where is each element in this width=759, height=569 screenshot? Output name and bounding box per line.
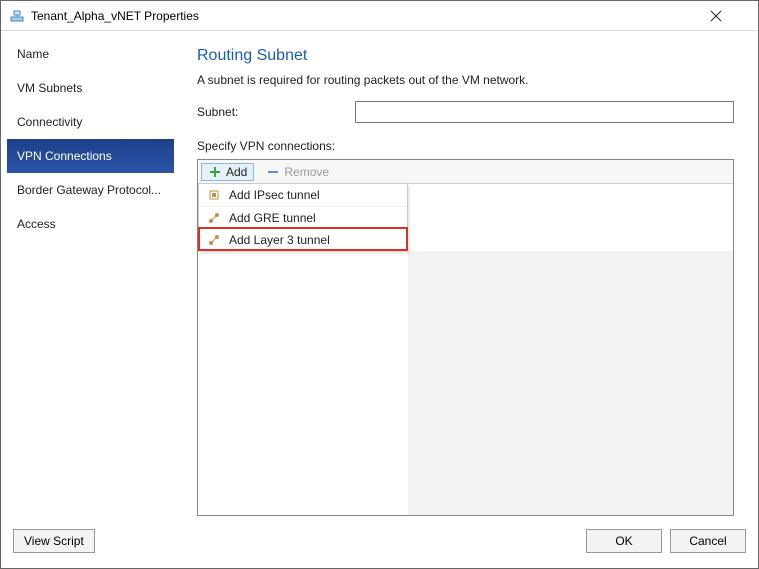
page-heading: Routing Subnet <box>197 47 734 65</box>
remove-button-label: Remove <box>284 165 329 179</box>
minus-icon <box>266 165 280 179</box>
sidebar-item-access[interactable]: Access <box>7 207 174 241</box>
vpn-connections-list: Add Remove <box>197 159 734 516</box>
sidebar-item-name[interactable]: Name <box>7 37 174 71</box>
vpn-connections-label: Specify VPN connections: <box>197 139 734 153</box>
menu-item-label: Add GRE tunnel <box>229 211 316 225</box>
list-area <box>198 251 733 515</box>
dialog-footer: View Script OK Cancel <box>1 522 758 568</box>
add-dropdown-menu: Add IPsec tunnel Add GRE tunnel <box>198 184 408 251</box>
subnet-input[interactable] <box>355 101 734 123</box>
list-toolbar: Add Remove <box>198 160 733 184</box>
menu-item-label: Add Layer 3 tunnel <box>229 233 330 247</box>
list-right-column <box>408 251 733 515</box>
app-icon <box>9 8 25 24</box>
content-pane: Routing Subnet A subnet is required for … <box>175 37 752 522</box>
titlebar: Tenant_Alpha_vNET Properties <box>1 1 758 31</box>
view-script-button[interactable]: View Script <box>13 529 95 553</box>
list-left-column <box>198 251 408 515</box>
add-button[interactable]: Add <box>201 163 254 181</box>
remove-button[interactable]: Remove <box>260 164 335 180</box>
sidebar-item-vpn-connections[interactable]: VPN Connections <box>7 139 174 173</box>
close-icon <box>710 10 722 22</box>
menu-item-add-ipsec-tunnel[interactable]: Add IPsec tunnel <box>199 184 407 206</box>
gre-tunnel-icon <box>205 211 223 225</box>
dialog-window: Tenant_Alpha_vNET Properties Name VM Sub… <box>0 0 759 569</box>
ipsec-tunnel-icon <box>205 188 223 202</box>
sidebar-item-vm-subnets[interactable]: VM Subnets <box>7 71 174 105</box>
layer3-tunnel-icon <box>205 233 223 247</box>
dialog-body: Name VM Subnets Connectivity VPN Connect… <box>1 31 758 522</box>
page-description: A subnet is required for routing packets… <box>197 73 734 87</box>
window-title: Tenant_Alpha_vNET Properties <box>31 9 710 23</box>
plus-icon <box>208 165 222 179</box>
menu-item-label: Add IPsec tunnel <box>229 188 320 202</box>
cancel-button[interactable]: Cancel <box>670 529 746 553</box>
sidebar: Name VM Subnets Connectivity VPN Connect… <box>7 37 175 522</box>
sidebar-item-bgp[interactable]: Border Gateway Protocol... <box>7 173 174 207</box>
subnet-row: Subnet: <box>197 101 734 123</box>
subnet-label: Subnet: <box>197 105 355 119</box>
ok-button[interactable]: OK <box>586 529 662 553</box>
menu-item-add-layer3-tunnel[interactable]: Add Layer 3 tunnel <box>199 228 407 250</box>
add-button-label: Add <box>226 165 247 179</box>
menu-item-add-gre-tunnel[interactable]: Add GRE tunnel <box>199 206 407 228</box>
close-button[interactable] <box>710 10 750 22</box>
sidebar-item-connectivity[interactable]: Connectivity <box>7 105 174 139</box>
